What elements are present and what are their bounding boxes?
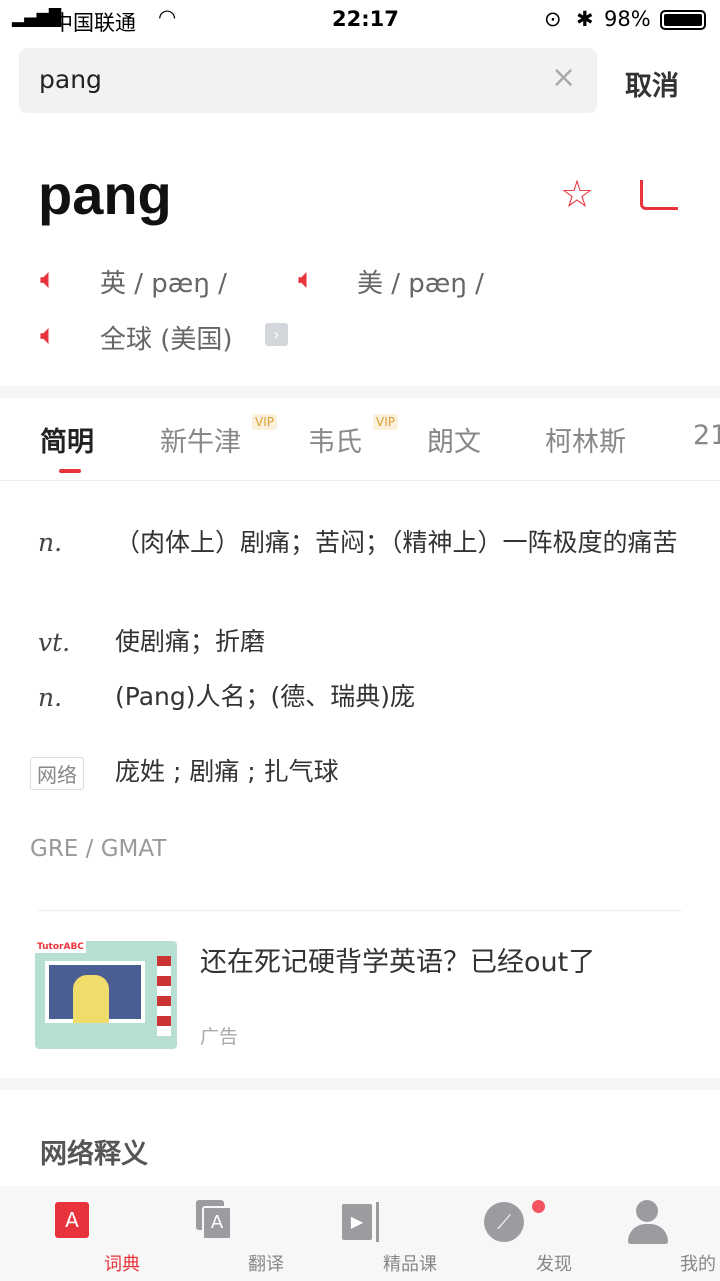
tab-21st[interactable]: 21 (693, 420, 720, 451)
divider (0, 1078, 720, 1090)
section-title: 网络释义 (40, 1139, 148, 1170)
chevron-right-icon[interactable]: › (265, 323, 288, 346)
user-icon (636, 1200, 658, 1222)
speaker-icon[interactable]: 🔈︎ (40, 262, 57, 296)
tab-webster[interactable]: 韦氏 VIP (308, 414, 398, 459)
part-of-speech: n. (38, 528, 63, 557)
tab-collins[interactable]: 柯林斯 (545, 420, 626, 459)
tab-longman[interactable]: 朗文 (427, 420, 481, 459)
speaker-icon[interactable]: 🔈︎ (40, 318, 57, 352)
compass-icon: ⟋ (484, 1202, 524, 1242)
divider (38, 910, 682, 911)
speaker-icon[interactable]: 🔈︎ (298, 262, 315, 296)
translate-icon: A (202, 1206, 232, 1240)
active-tab-indicator (59, 469, 81, 473)
vip-badge: VIP (373, 414, 398, 430)
ad-brand-logo: TutorABC (35, 941, 86, 953)
dictionary-icon: A (55, 1202, 89, 1238)
carrier: 中国联通 (52, 11, 136, 35)
divider (0, 480, 720, 481)
tab-oxford[interactable]: 新牛津 VIP (160, 414, 277, 459)
star-icon[interactable]: ☆ (560, 172, 594, 216)
part-of-speech: n. (38, 683, 63, 712)
bluetooth-icon: ✱ (576, 7, 594, 31)
definition: (Pang)人名；(德、瑞典)庞 (115, 682, 416, 711)
ad-label: 广告 (200, 1026, 239, 1048)
clock: 22:17 (332, 7, 399, 31)
battery-icon (660, 10, 706, 30)
tab-jianming[interactable]: 简明 (40, 420, 94, 459)
search-input[interactable]: pang × (19, 48, 597, 113)
definition: （肉体上）剧痛；苦闷；（精神上）一阵极度的痛苦 (115, 528, 678, 557)
ad-image[interactable]: TutorABC (35, 941, 177, 1049)
share-icon[interactable] (640, 180, 678, 210)
divider (0, 386, 720, 398)
clear-icon[interactable]: × (551, 60, 576, 95)
battery-percent: 98% (604, 7, 651, 31)
cancel-button[interactable]: 取消 (625, 64, 679, 103)
status-bar: ▂▄▆█ 中国联通 ◠ 22:17 ⊙ ✱ 98% (0, 0, 720, 40)
definition: 使剧痛；折磨 (115, 627, 266, 656)
exam-tags: GRE / GMAT (30, 836, 167, 862)
web-tag: 网络 (30, 757, 84, 790)
us-pronunciation[interactable]: 美 / pæŋ / (357, 263, 484, 300)
play-icon: ▶ (342, 1204, 372, 1240)
vip-badge: VIP (252, 414, 277, 430)
uk-pronunciation[interactable]: 英 / pæŋ / (100, 263, 227, 300)
global-pronunciation[interactable]: 全球 (美国) (100, 319, 233, 356)
notification-badge (532, 1200, 545, 1213)
headword: pang (38, 163, 172, 226)
part-of-speech: vt. (38, 628, 71, 657)
web-definition: 庞姓 ; 剧痛 ; 扎气球 (115, 757, 339, 786)
lock-rotation-icon: ⊙ (544, 7, 562, 31)
bottom-nav: A 词典 A 翻译 ▶ 精品课 ⟋ 发现 我的 (0, 1186, 720, 1281)
ad-title[interactable]: 还在死记硬背学英语？已经out了 (200, 940, 595, 979)
search-value: pang (39, 65, 102, 94)
wifi-icon: ◠ (158, 5, 177, 29)
